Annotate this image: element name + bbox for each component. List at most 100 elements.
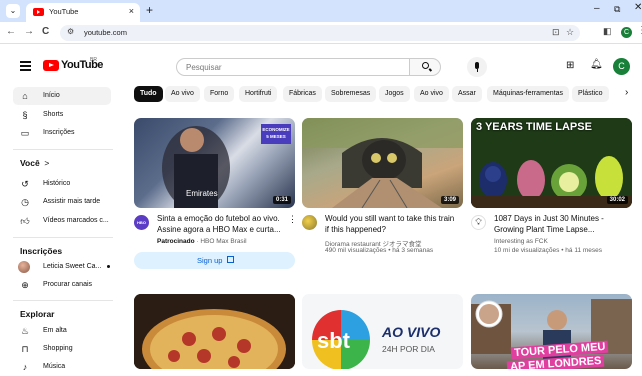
youtube-favicon-icon (33, 8, 44, 16)
browser-profile-avatar[interactable]: C (621, 27, 632, 38)
thumbnail-image (134, 294, 295, 369)
video-meta: 10 mi de visualizações • há 11 meses (494, 247, 603, 254)
chip-filter[interactable]: Plástico (572, 86, 609, 102)
sidebar-item-channel[interactable]: Leticia Sweet Ca... (13, 258, 111, 276)
thumbnail-caption: AO VIVO (382, 324, 441, 340)
channel-avatar[interactable] (302, 215, 317, 230)
music-icon: ♪ (22, 362, 28, 372)
reload-icon[interactable]: C (42, 26, 49, 37)
sidebar-item-history[interactable]: ↺ Histórico (13, 175, 111, 193)
trending-icon: ♨ (20, 326, 30, 336)
browser-toolbar: ← → C ⚙ youtube.com ⊡ ☆ ◧ C ⋮ (0, 22, 642, 44)
browse-channels-icon: ⊕ (21, 280, 29, 290)
video-duration: 3:09 (440, 196, 459, 204)
mic-icon (475, 62, 479, 69)
search-placeholder: Pesquisar (186, 63, 222, 72)
channel-avatar[interactable]: 💡︎ (471, 215, 486, 230)
home-icon: ⌂ (22, 91, 28, 101)
menu-hamburger-icon[interactable] (20, 61, 31, 73)
svg-text:Emirates: Emirates (186, 189, 218, 198)
sign-up-button[interactable]: Sign up (134, 252, 295, 269)
chip-filter[interactable]: Máquinas-ferramentas (487, 86, 570, 102)
video-thumbnail[interactable]: 3:09 (302, 118, 463, 208)
chip-filter[interactable]: Sobremesas (325, 86, 377, 102)
video-thumbnail[interactable]: Emirates ECONOMIZE 5 MESES 0:31 (134, 118, 295, 208)
chip-filter[interactable]: Tudo (134, 86, 163, 102)
chips-next-chevron-icon[interactable]: › (625, 87, 628, 98)
video-thumbnail[interactable]: TOUR PELO MEU AP EM LONDRES (471, 294, 632, 369)
new-content-dot (107, 265, 110, 268)
chip-filter[interactable]: Fábricas (283, 86, 322, 102)
sidebar-item-label: Leticia Sweet Ca... (43, 263, 102, 270)
tab-title: YouTube (49, 7, 79, 16)
voice-search-button[interactable] (467, 57, 487, 77)
bookmark-star-icon[interactable]: ☆ (566, 27, 574, 38)
history-icon: ↺ (21, 179, 29, 189)
chip-filter[interactable]: Ao vivo (414, 86, 449, 102)
more-options-icon[interactable]: ⋮ (288, 214, 297, 225)
sidebar-item-watch-later[interactable]: ◷ Assistir mais tarde (13, 193, 111, 211)
create-icon[interactable]: ⊞ (566, 60, 574, 71)
youtube-play-icon (43, 60, 59, 71)
chip-filter[interactable]: Jogos (379, 86, 410, 102)
chip-filter[interactable]: Assar (452, 86, 482, 102)
tab-close-icon[interactable]: × (129, 6, 134, 16)
sidebar-divider (13, 237, 113, 238)
sidebar-item-label: Vídeos marcados c... (43, 217, 109, 224)
tab-search-icon[interactable]: ⌄ (6, 4, 20, 18)
sidebar-subscriptions-heading: Inscrições (20, 246, 63, 256)
chip-filter[interactable]: Hortifruti (239, 86, 278, 102)
sidebar-item-trending[interactable]: ♨ Em alta (13, 322, 111, 340)
sidebar-item-label: Assistir mais tarde (43, 198, 101, 205)
notifications-bell-icon[interactable]: 🔔︎ (590, 59, 603, 70)
sidebar-divider (13, 300, 113, 301)
browser-tab-youtube[interactable]: YouTube × (26, 3, 140, 22)
address-bar[interactable]: ⚙ youtube.com ⊡ ☆ (60, 25, 580, 41)
video-thumbnail[interactable]: sbt AO VIVO 24H POR DIA (302, 294, 463, 369)
new-tab-button[interactable]: + (146, 3, 153, 17)
side-panel-icon[interactable]: ◧ (603, 26, 612, 37)
browser-menu-icon[interactable]: ⋮ (637, 25, 642, 36)
search-input[interactable]: Pesquisar (176, 58, 410, 76)
thumbs-up-icon: 👍︎ (20, 216, 30, 226)
sidebar-item-browse-channels[interactable]: ⊕ Procurar canais (13, 276, 111, 294)
promo-badge: ECONOMIZE 5 MESES (261, 124, 291, 144)
sidebar-item-music[interactable]: ♪ Música (13, 358, 111, 376)
shopping-icon: ⊓ (21, 344, 29, 354)
search-button[interactable] (409, 58, 441, 76)
sidebar-divider (13, 149, 113, 150)
sidebar-item-label: Shopping (43, 345, 73, 352)
sidebar-item-liked-videos[interactable]: 👍︎ Vídeos marcados c... (13, 212, 111, 230)
video-thumbnail[interactable]: 3 YEARS TIME LAPSE 30:02 (471, 118, 632, 208)
video-title[interactable]: Would you still want to take this train i… (325, 214, 454, 235)
thumbnail-caption: 3 YEARS TIME LAPSE (476, 121, 592, 133)
window-close-icon[interactable]: ✕ (634, 2, 642, 13)
sidebar-item-label: Shorts (43, 111, 64, 118)
sidebar-you-heading[interactable]: Você > (20, 158, 49, 168)
account-avatar[interactable]: C (613, 58, 630, 75)
window-minimize-icon[interactable]: – (594, 3, 600, 14)
video-thumbnail[interactable] (134, 294, 295, 369)
search-icon (422, 62, 429, 69)
subscriptions-icon: ▭ (20, 128, 30, 138)
forward-icon[interactable]: → (24, 26, 34, 37)
back-icon[interactable]: ← (6, 26, 16, 37)
sidebar-item-label: Início (43, 92, 60, 99)
watch-later-icon: ◷ (21, 197, 29, 207)
thumbnail-image (302, 118, 463, 208)
site-info-icon[interactable]: ⚙ (67, 27, 74, 36)
sidebar-item-shopping[interactable]: ⊓ Shopping (13, 340, 111, 358)
sidebar-item-label: Histórico (43, 180, 71, 187)
video-title[interactable]: Sinta a emoção do futebol ao vivo. Assine… (157, 214, 281, 235)
sidebar-item-label: Procurar canais (43, 281, 93, 288)
chip-filter[interactable]: Forno (204, 86, 235, 102)
sidebar-item-home[interactable]: ⌂ Início (13, 87, 111, 105)
install-app-icon[interactable]: ⊡ (552, 27, 560, 38)
channel-avatar[interactable]: HBO (134, 215, 149, 230)
video-title[interactable]: 1087 Days in Just 30 Minutes - Growing Pl… (494, 214, 604, 235)
sidebar-item-shorts[interactable]: § Shorts (13, 106, 111, 124)
sidebar-item-subscriptions[interactable]: ▭ Inscrições (13, 124, 111, 142)
window-restore-icon[interactable]: ⧉ (614, 4, 620, 15)
chip-filter[interactable]: Ao vivo (165, 86, 200, 102)
video-channel[interactable]: Interesting as FCK (494, 238, 548, 245)
